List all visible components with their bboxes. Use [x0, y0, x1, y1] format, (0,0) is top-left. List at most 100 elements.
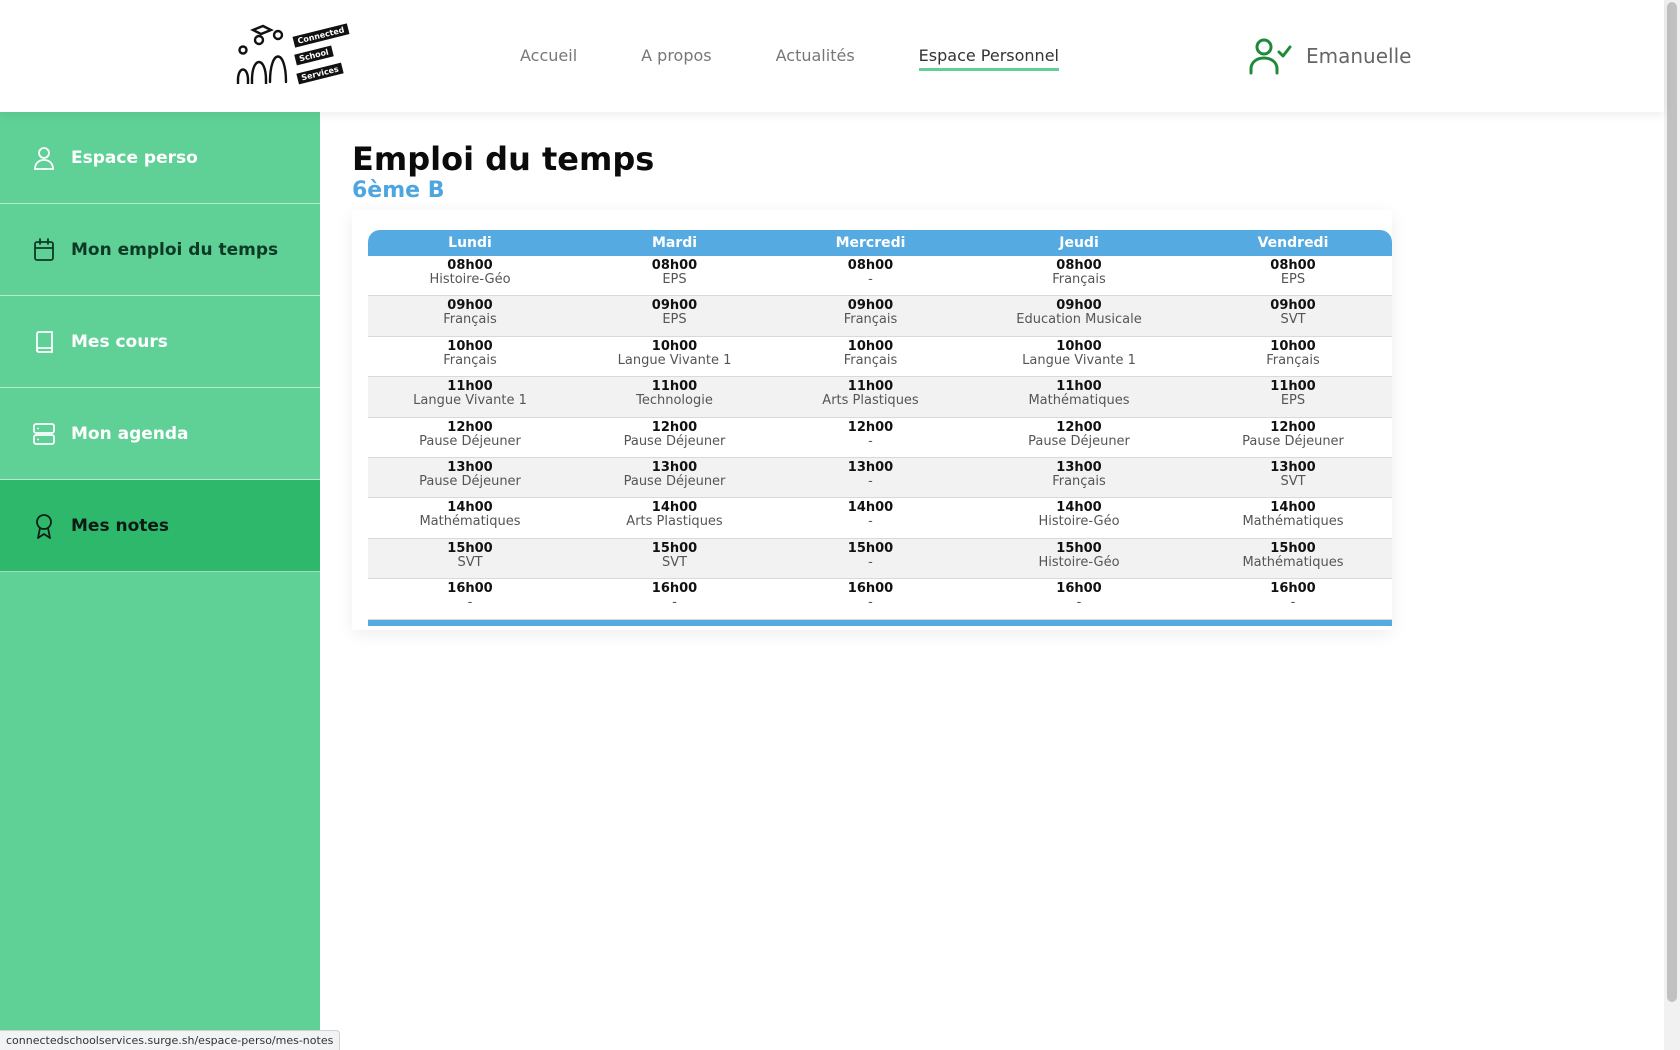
sidebar-item-label: Mes cours	[71, 331, 168, 352]
timetable-cell: 13h00 Pause Déjeuner	[368, 458, 572, 497]
timetable-cell: 11h00 Mathématiques	[964, 377, 1194, 416]
slot-time: 10h00	[1056, 338, 1102, 354]
timetable-cell: 16h00-	[777, 579, 964, 618]
slot-time: 16h00	[847, 581, 894, 597]
slot-time: 13h00	[1270, 459, 1316, 475]
timetable-cell: 10h00 Français	[777, 337, 964, 376]
timetable-cell: 15h00 Mathématiques	[1194, 539, 1392, 578]
slot-time: 16h00	[1270, 581, 1316, 597]
slot-subject: EPS	[1280, 393, 1306, 409]
slot-subject: Pause Déjeuner	[419, 433, 521, 449]
user-menu[interactable]: Emanuelle	[1248, 36, 1411, 76]
slot-subject: Mathématiques	[1242, 554, 1344, 570]
column-header-lundi: Lundi	[448, 235, 492, 251]
timetable-cell: 09h00 Education Musicale	[964, 296, 1194, 335]
sidebar-item-espace-perso[interactable]: Espace perso	[0, 112, 320, 204]
timetable-cell: 10h00 Langue Vivante 1	[572, 337, 777, 376]
timetable-cell: 14h00-	[777, 498, 964, 537]
timetable-body: 08h00 Histoire-Géo 08h00 EPS 08h00-08h00 Fran…	[368, 256, 1392, 620]
timetable-cell: 16h00-	[964, 579, 1194, 618]
slot-time: 12h00	[651, 419, 698, 435]
slot-subject: Français	[443, 352, 497, 368]
slot-time: 12h00	[847, 419, 894, 435]
main-nav: Accueil A propos Actualités Espace Perso…	[520, 46, 1123, 71]
timetable-header: Lundi Mardi Mercredi Jeudi Vendredi	[368, 230, 1392, 256]
timetable-cell: 12h00 Pause Déjeuner	[368, 418, 572, 457]
slot-time: 10h00	[447, 338, 493, 354]
logo[interactable]: Connected School Services	[233, 20, 363, 85]
slot-time: 09h00	[1056, 298, 1102, 314]
slot-subject: Histoire-Géo	[1038, 514, 1120, 530]
nav-accueil[interactable]: Accueil	[520, 46, 577, 71]
sidebar-item-label: Espace perso	[71, 147, 198, 168]
slot-time: 13h00	[1056, 459, 1102, 475]
slot-subject: -	[868, 595, 873, 611]
slot-subject: SVT	[1280, 312, 1306, 328]
slot-subject: Français	[843, 312, 898, 328]
slot-time: 12h00	[1270, 419, 1316, 435]
slot-subject: EPS	[662, 272, 687, 287]
nav-a-propos[interactable]: A propos	[641, 46, 711, 71]
sidebar: Espace perso Mon emploi du temps Mes cou…	[0, 112, 320, 1050]
timetable-cell: 16h00-	[572, 579, 777, 618]
timetable-cell: 10h00 Français	[1194, 337, 1392, 376]
timetable-cell: 13h00-	[777, 458, 964, 497]
timetable-cell: 10h00 Langue Vivante 1	[964, 337, 1194, 376]
slot-subject: Education Musicale	[1016, 312, 1142, 328]
slot-subject: EPS	[1280, 272, 1306, 287]
slot-time: 10h00	[1270, 338, 1316, 354]
timetable-cell: 12h00 Pause Déjeuner	[572, 418, 777, 457]
slot-time: 08h00	[1270, 258, 1316, 273]
vertical-scrollbar[interactable]	[1664, 0, 1680, 1050]
slot-subject: Français	[1052, 272, 1106, 287]
timetable: Lundi Mardi Mercredi Jeudi Vendredi 08h0…	[368, 230, 1392, 626]
sidebar-item-mon-agenda[interactable]: Mon agenda	[0, 388, 320, 480]
slot-time: 14h00	[651, 500, 698, 516]
slot-subject: -	[672, 595, 677, 611]
slot-subject: Pause Déjeuner	[623, 473, 726, 489]
slot-subject: Arts Plastiques	[626, 514, 723, 530]
slot-time: 09h00	[447, 298, 493, 314]
slot-time: 15h00	[1056, 540, 1102, 556]
slot-subject: -	[1076, 595, 1082, 611]
sidebar-item-emploi-du-temps[interactable]: Mon emploi du temps	[0, 204, 320, 296]
page: Connected School Services Accueil A prop…	[0, 0, 1680, 1050]
user-name: Emanuelle	[1306, 44, 1412, 68]
slot-time: 13h00	[447, 459, 493, 475]
top-header: Connected School Services Accueil A prop…	[0, 0, 1664, 112]
slot-time: 15h00	[847, 540, 894, 556]
timetable-cell: 15h00-	[777, 539, 964, 578]
slot-subject: Histoire-Géo	[1038, 554, 1120, 570]
timetable-cell: 10h00 Français	[368, 337, 572, 376]
slot-time: 13h00	[847, 459, 894, 475]
timetable-cell: 09h00 Français	[368, 296, 572, 335]
slot-subject: Technologie	[636, 393, 713, 409]
slot-subject: SVT	[661, 554, 688, 570]
timetable-cell: 09h00 EPS	[572, 296, 777, 335]
nav-espace-personnel[interactable]: Espace Personnel	[918, 46, 1059, 71]
nav-actualites[interactable]: Actualités	[776, 46, 855, 71]
slot-subject: Langue Vivante 1	[413, 393, 527, 409]
page-title: Emploi du temps	[352, 140, 655, 178]
slot-time: 16h00	[447, 581, 493, 597]
sidebar-item-mes-cours[interactable]: Mes cours	[0, 296, 320, 388]
slot-subject: Arts Plastiques	[822, 393, 919, 409]
table-row: 15h00 SVT 15h00 SVT 15h00-15h00 Histoire-Géo 1…	[368, 538, 1392, 580]
table-row: 13h00 Pause Déjeuner 13h00 Pause Déjeuner 13…	[368, 457, 1392, 499]
slot-time: 16h00	[1056, 581, 1102, 597]
timetable-cell: 15h00 SVT	[368, 539, 572, 578]
timetable-cell: 11h00 Technologie	[572, 377, 777, 416]
slot-time: 11h00	[651, 379, 698, 395]
slot-subject: Mathématiques	[1028, 393, 1130, 409]
column-header-mardi: Mardi	[651, 235, 698, 251]
slot-subject: -	[868, 473, 873, 489]
sidebar-item-mes-notes[interactable]: Mes notes	[0, 480, 320, 572]
slot-subject: SVT	[1280, 473, 1306, 489]
slot-subject: Histoire-Géo	[429, 272, 511, 287]
timetable-cell: 12h00-	[777, 418, 964, 457]
table-row: 10h00 Français 10h00 Langue Vivante 1 10h00 F…	[368, 337, 1392, 378]
timetable-cell: 14h00 Mathématiques	[368, 498, 572, 537]
scrollbar-thumb[interactable]	[1667, 2, 1677, 1002]
timetable-cell: 13h00 Français	[964, 458, 1194, 497]
slot-subject: -	[868, 272, 873, 287]
